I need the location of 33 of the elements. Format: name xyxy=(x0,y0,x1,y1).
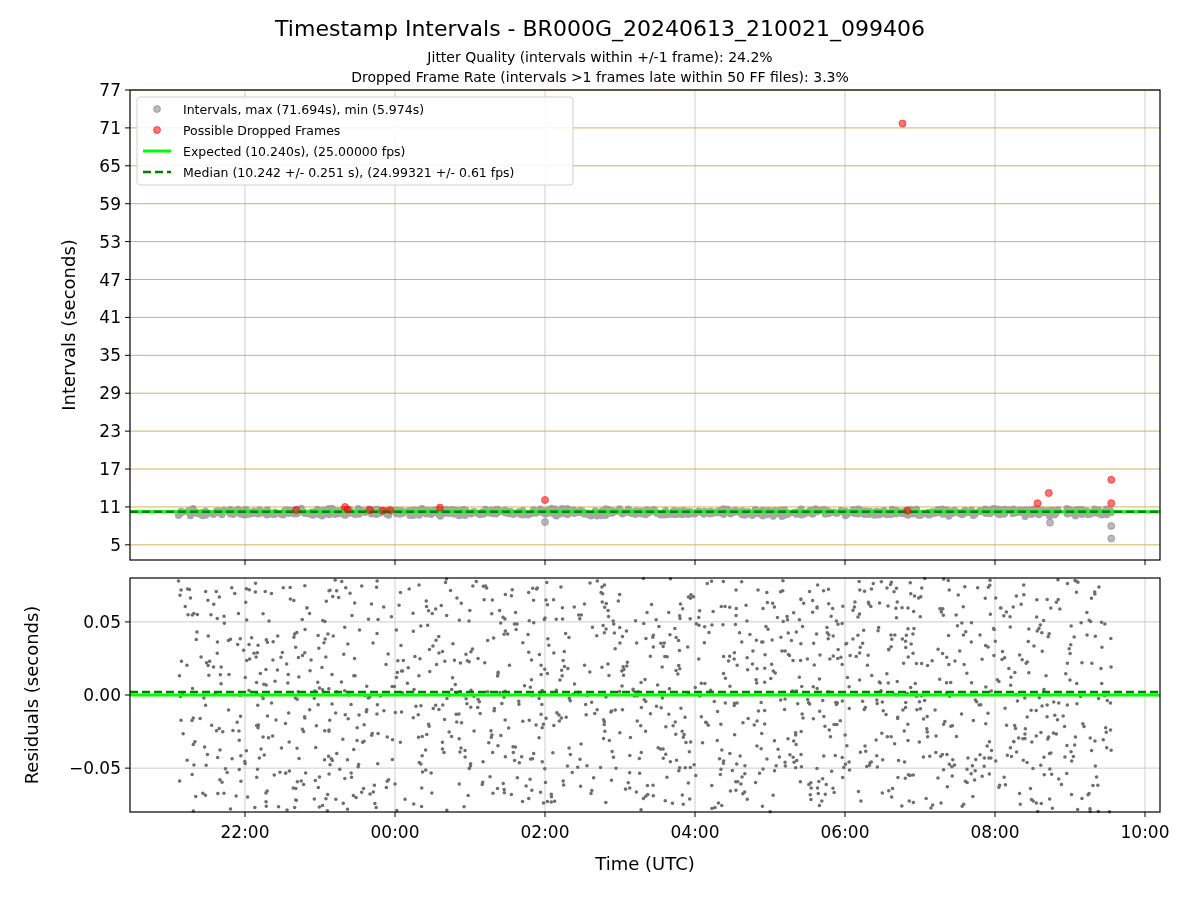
tick-label: 77 xyxy=(99,80,121,100)
tick-label: 0.05 xyxy=(83,611,121,632)
chart-title: Timestamp Intervals - BR000G_20240613_210021_099406 xyxy=(275,16,925,41)
tick-label: 10:00 xyxy=(1120,822,1170,842)
tick-label: 71 xyxy=(99,117,121,138)
chart-subtitle: Jitter Quality (intervals within +/-1 frame): 24.2% xyxy=(427,49,773,65)
tick-label: 0.00 xyxy=(83,685,121,705)
chart-subtitle: Dropped Frame Rate (intervals >1 frames late within 50 FF files): 3.3% xyxy=(351,69,849,85)
tick-label: 35 xyxy=(99,345,121,366)
tick-label: 00:00 xyxy=(370,822,420,842)
tick-label: 06:00 xyxy=(820,822,870,842)
tick-label: 59 xyxy=(99,193,121,214)
axis-label: Time (UTC) xyxy=(595,853,695,874)
tick-label: 02:00 xyxy=(520,822,570,842)
tick-label: −0.05 xyxy=(68,758,121,779)
tick-label: 17 xyxy=(99,459,121,480)
tick-label: 41 xyxy=(99,307,121,328)
axis-label: Residuals (seconds) xyxy=(21,605,42,785)
tick-label: 08:00 xyxy=(970,822,1020,842)
tick-label: 65 xyxy=(99,155,121,176)
tick-label: 11 xyxy=(99,496,121,517)
tick-label: 04:00 xyxy=(670,822,720,842)
tick-label: 22:00 xyxy=(220,822,270,842)
legend-label: Expected (10.240s), (25.00000 fps) xyxy=(183,143,406,159)
tick-label: 53 xyxy=(99,231,121,252)
legend-label: Intervals, max (71.694s), min (5.974s) xyxy=(183,101,425,117)
tick-label: 5 xyxy=(110,534,121,555)
axis-label: Intervals (seconds) xyxy=(58,239,79,411)
tick-label: 47 xyxy=(99,269,121,290)
tick-label: 23 xyxy=(99,421,121,442)
tick-label: 29 xyxy=(99,383,121,404)
legend-label: Possible Dropped Frames xyxy=(183,122,341,138)
legend-label: Median (10.242 +/- 0.251 s), (24.99321 +/- 0.61 fps) xyxy=(183,164,515,180)
